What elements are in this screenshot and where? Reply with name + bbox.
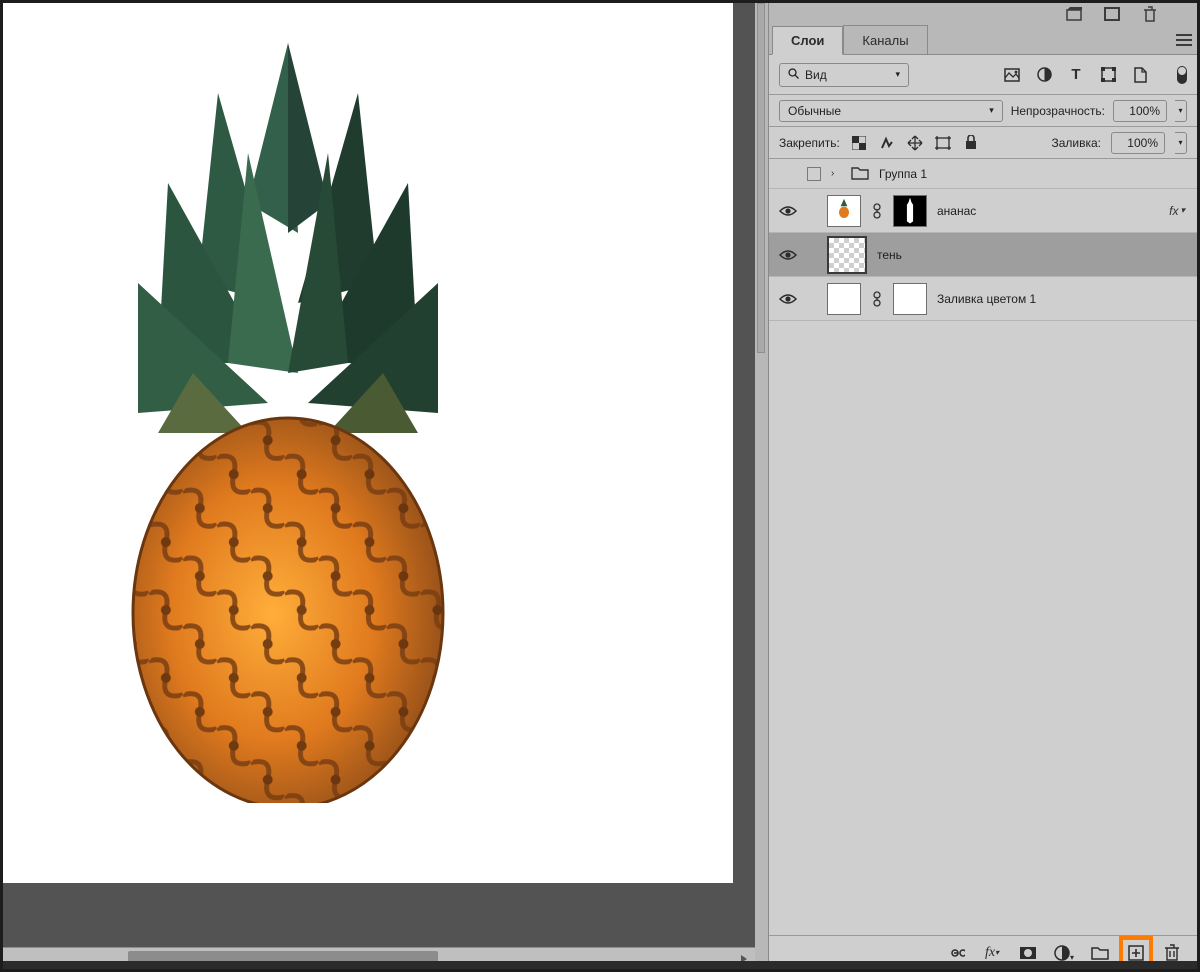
- visibility-toggle[interactable]: [779, 246, 797, 264]
- blend-mode-value: Обычные: [788, 104, 841, 118]
- visibility-toggle[interactable]: [779, 202, 797, 220]
- lock-image-icon[interactable]: [878, 134, 896, 152]
- tab-channels[interactable]: Каналы: [843, 25, 927, 54]
- filter-toggle[interactable]: [1177, 66, 1187, 84]
- link-icon: [871, 291, 883, 307]
- blend-opacity-row: Обычные ▾ Непрозрачность: 100% ▾: [769, 95, 1197, 127]
- artboard[interactable]: [3, 3, 733, 883]
- tab-layers[interactable]: Слои: [772, 26, 843, 55]
- opacity-field[interactable]: 100%: [1113, 100, 1167, 122]
- blend-mode-select[interactable]: Обычные ▾: [779, 100, 1003, 122]
- filter-kind-select[interactable]: Вид ▾: [779, 63, 909, 87]
- collapsed-icon-1[interactable]: [1065, 6, 1083, 22]
- layers-panel: Слои Каналы Вид ▾ T: [769, 3, 1197, 969]
- panel-menu-icon[interactable]: [1171, 25, 1197, 54]
- layer-colorfill[interactable]: Заливка цветом 1: [769, 277, 1197, 321]
- collapsed-icon-3[interactable]: [1141, 6, 1159, 22]
- layer-mask-thumbnail[interactable]: [893, 195, 927, 227]
- panel-gutter: [755, 3, 769, 969]
- filter-kind-label: Вид: [805, 68, 827, 82]
- lock-fill-row: Закрепить: Заливка: 100% ▾: [769, 127, 1197, 159]
- layer-shadow[interactable]: тень: [769, 233, 1197, 277]
- chevron-down-icon: ▾: [895, 69, 900, 80]
- layer-name: тень: [877, 248, 902, 262]
- lock-position-icon[interactable]: [906, 134, 924, 152]
- layer-stack: › Группа 1 ананас fx▾ т: [769, 159, 1197, 935]
- fill-label: Заливка:: [1051, 136, 1101, 150]
- collapsed-panel-icons: [769, 3, 1197, 25]
- opacity-value: 100%: [1129, 104, 1160, 118]
- canvas-column: [3, 3, 755, 969]
- canvas-pasteboard: [3, 891, 755, 947]
- pineapple-image: [98, 33, 478, 803]
- filter-smart-icon[interactable]: [1131, 66, 1149, 84]
- lock-label: Закрепить:: [779, 136, 840, 150]
- lock-transparency-icon[interactable]: [850, 134, 868, 152]
- layer-group-1[interactable]: › Группа 1: [769, 159, 1197, 189]
- folder-icon: [851, 167, 869, 181]
- filter-type-icon[interactable]: T: [1067, 66, 1085, 84]
- layer-filter-row: Вид ▾ T: [769, 55, 1197, 95]
- layer-thumbnail[interactable]: [827, 236, 867, 274]
- filter-shape-icon[interactable]: [1099, 66, 1117, 84]
- layer-fx-indicator[interactable]: fx▾: [1169, 204, 1187, 218]
- search-icon: [788, 68, 799, 82]
- opacity-stepper[interactable]: ▾: [1175, 100, 1187, 122]
- layer-name: Заливка цветом 1: [937, 292, 1036, 306]
- layer-pineapple[interactable]: ананас fx▾: [769, 189, 1197, 233]
- panel-tabs: Слои Каналы: [769, 25, 1197, 55]
- fill-field[interactable]: 100%: [1111, 132, 1165, 154]
- lock-artboard-icon[interactable]: [934, 134, 952, 152]
- filter-adjustment-icon[interactable]: [1035, 66, 1053, 84]
- fill-stepper[interactable]: ▾: [1175, 132, 1187, 154]
- fill-value: 100%: [1127, 136, 1158, 150]
- layer-mask-thumbnail[interactable]: [893, 283, 927, 315]
- chevron-down-icon: ▾: [989, 105, 994, 116]
- filter-pixel-icon[interactable]: [1003, 66, 1021, 84]
- layer-name: ананас: [937, 204, 976, 218]
- visibility-toggle[interactable]: [779, 165, 797, 183]
- layer-name: Группа 1: [879, 167, 927, 181]
- layer-checkbox[interactable]: [807, 167, 821, 181]
- visibility-toggle[interactable]: [779, 290, 797, 308]
- canvas-frame[interactable]: [3, 3, 755, 891]
- layer-thumbnail[interactable]: [827, 195, 861, 227]
- opacity-label: Непрозрачность:: [1011, 104, 1105, 118]
- layer-thumbnail[interactable]: [827, 283, 861, 315]
- lock-all-icon[interactable]: [962, 134, 980, 152]
- collapsed-icon-2[interactable]: [1103, 6, 1121, 22]
- link-icon: [871, 203, 883, 219]
- group-expand-icon[interactable]: ›: [831, 168, 841, 179]
